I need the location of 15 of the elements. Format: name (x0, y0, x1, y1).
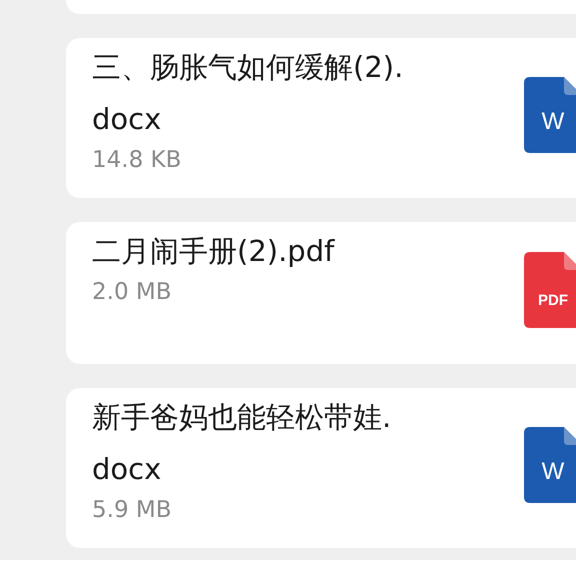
file-card[interactable]: 二月闹手册(2).pdf 2.0 MB PDF (66, 222, 576, 364)
file-name: 新手爸妈也能轻松带娃. docx (92, 399, 392, 488)
file-size: 14.8 KB (92, 146, 182, 175)
document-file-icon (524, 426, 576, 502)
file-type-label: PDF (537, 292, 569, 310)
file-type-label: W (540, 108, 566, 134)
file-card[interactable]: 新手爸妈也能轻松带娃. docx 5.9 MB W (66, 388, 576, 548)
document-file-icon (524, 252, 576, 328)
file-name: 二月闹手册(2).pdf (92, 233, 336, 270)
file-size: 2.0 MB (92, 278, 173, 307)
file-type-label: W (540, 458, 566, 484)
file-card[interactable]: 三、肠胀气如何缓解(2). docx 14.8 KB W (66, 38, 576, 198)
file-size: 5.9 MB (92, 496, 173, 525)
file-name: 三、肠胀气如何缓解(2). docx (92, 49, 404, 138)
document-file-icon (524, 76, 576, 152)
